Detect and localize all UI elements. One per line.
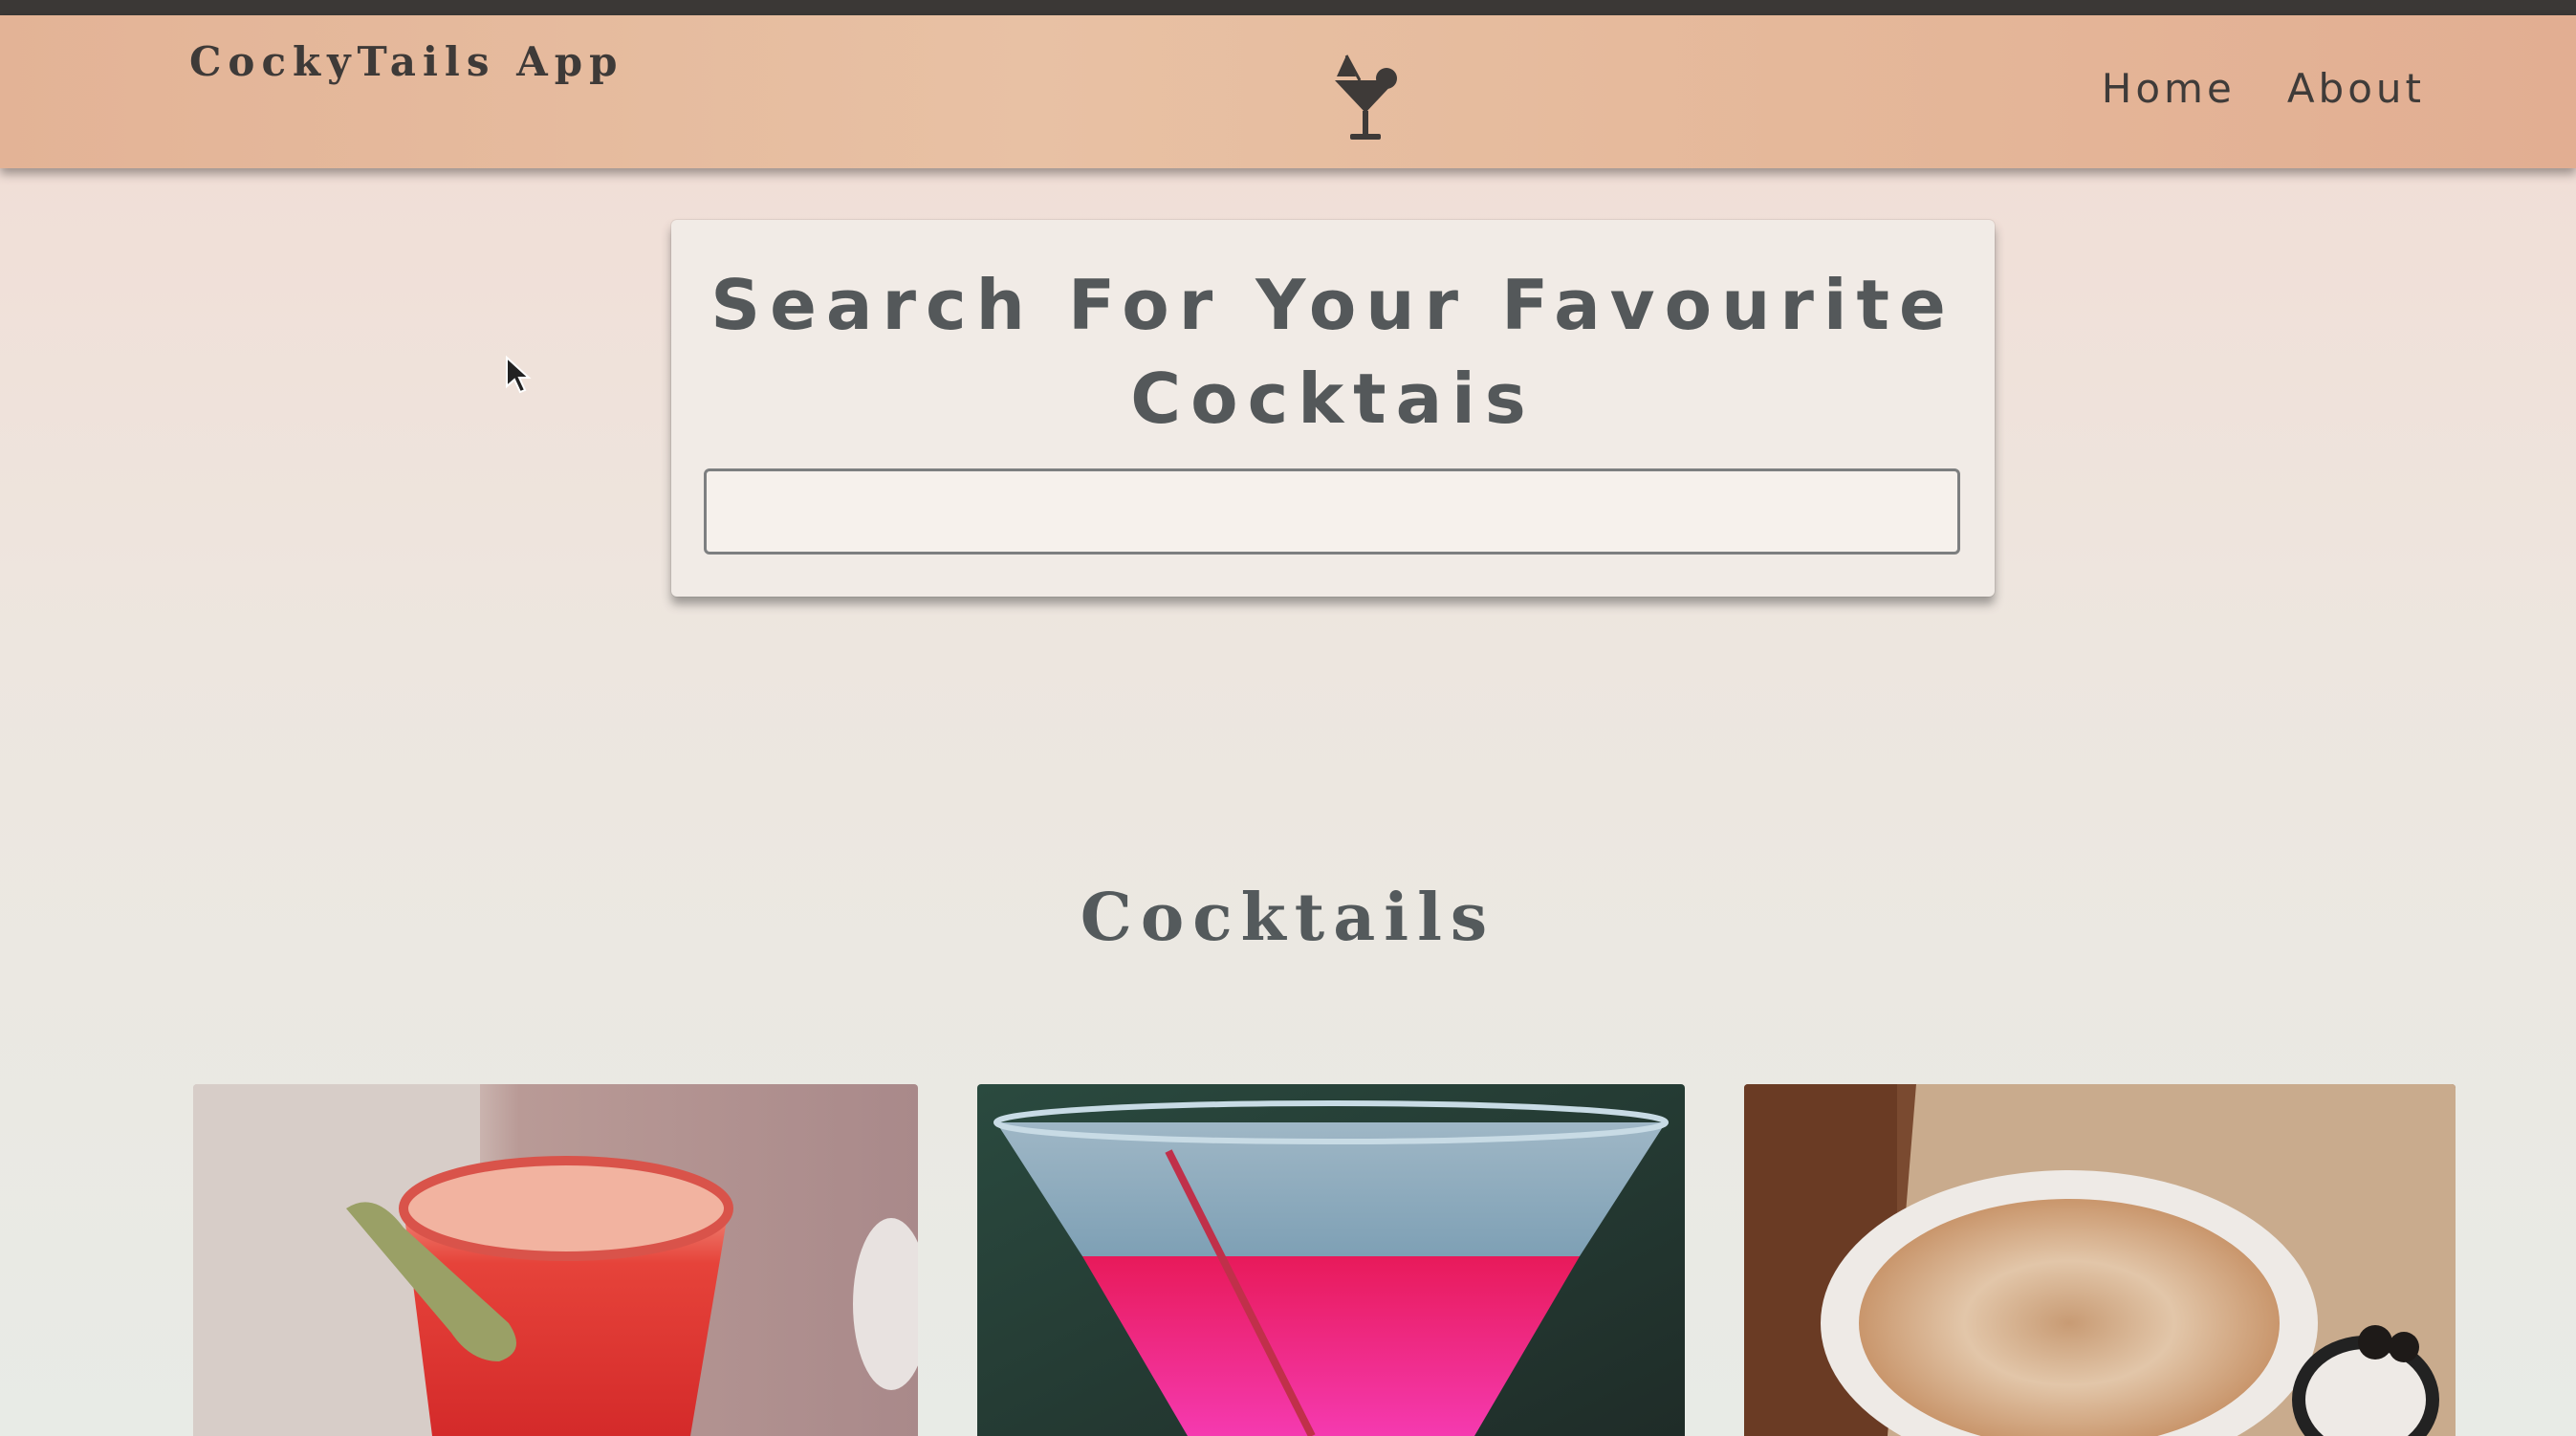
nav-links: Home About [2102,65,2425,112]
cocktail-card-1[interactable] [193,1084,918,1436]
brand-title[interactable]: CockyTails App [189,38,623,85]
pink-martini-photo [977,1084,1685,1436]
screen-bezel [0,0,2576,15]
red-cocktail-with-celery-photo [193,1084,918,1436]
search-card: Search For Your Favourite Cocktais [671,220,1995,597]
coffee-cup-photo [1744,1084,2456,1436]
search-title: Search For Your Favourite Cocktais [710,265,1955,439]
cocktail-card-3[interactable] [1744,1084,2456,1436]
cocktail-card-2[interactable] [977,1084,1685,1436]
navbar: CockyTails App Home About [0,15,2576,168]
mouse-pointer-icon [505,355,532,394]
cocktails-heading: Cocktails [1080,880,1496,956]
nav-about-link[interactable]: About [2287,65,2425,112]
cocktail-glass-icon[interactable] [1327,52,1404,147]
nav-home-link[interactable]: Home [2102,65,2236,112]
search-input[interactable] [704,468,1960,555]
